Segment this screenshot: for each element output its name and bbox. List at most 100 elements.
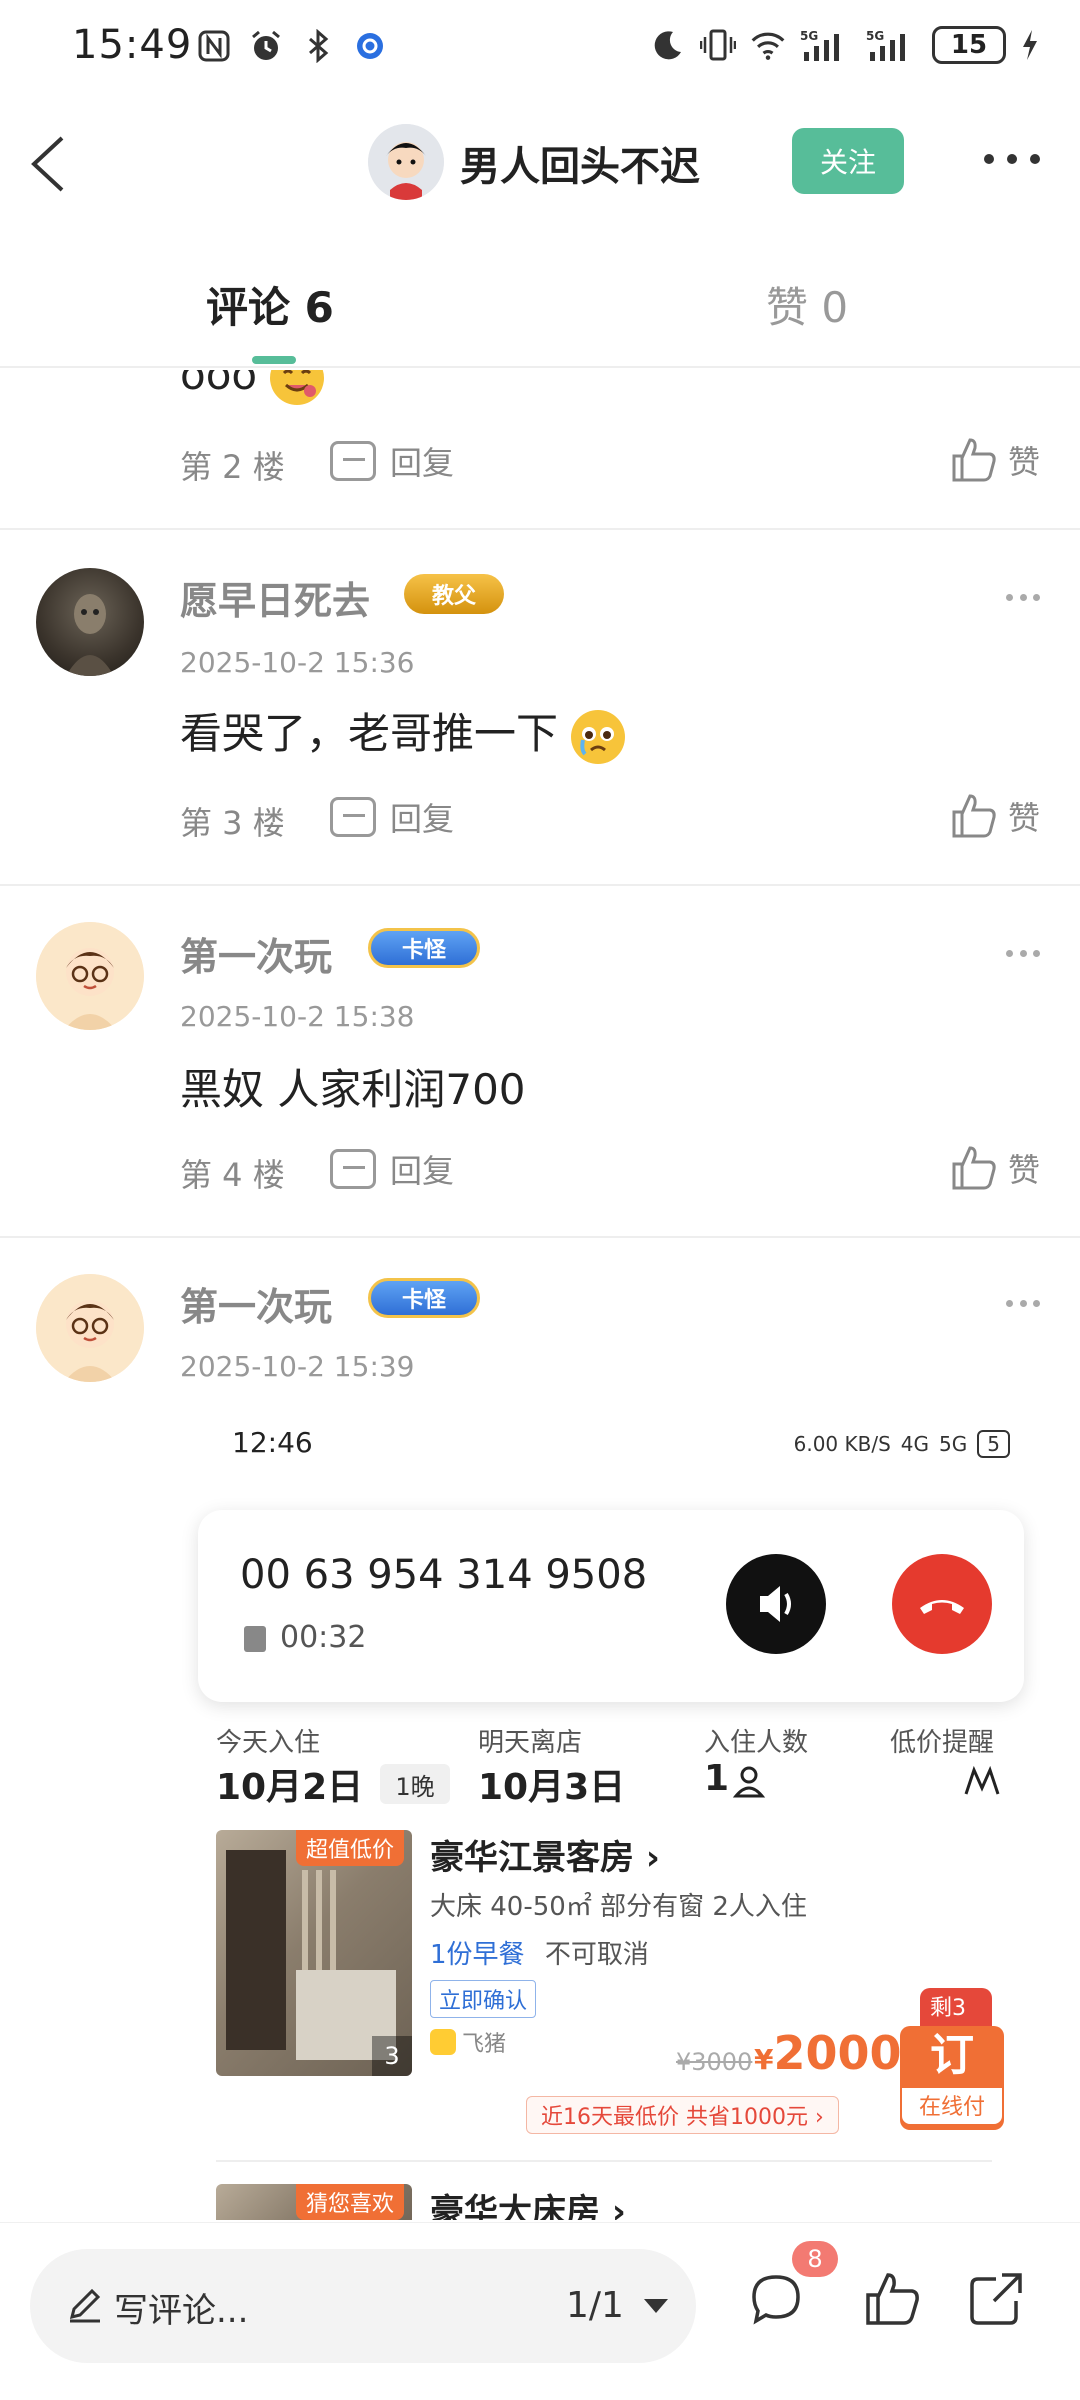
instant-confirm-tag: 立即确认	[430, 1980, 537, 2018]
price-alert-icon	[964, 1765, 1000, 1795]
comment-text: ooo	[180, 370, 325, 405]
reply-icon	[330, 1149, 376, 1189]
like-button[interactable]: 赞	[950, 1144, 1040, 1192]
status-bar: 15:49 5G 5G 15	[0, 0, 1080, 100]
tab-likes[interactable]: 赞 0	[766, 274, 848, 335]
bottom-bar: 写评论... 1/1 8	[0, 2222, 1080, 2400]
follow-button[interactable]: 关注	[792, 128, 904, 194]
hangup-icon	[892, 1554, 992, 1654]
comment-time: 2025-10-2 15:39	[180, 1350, 415, 1383]
app-notification-icon	[352, 28, 388, 64]
call-duration: 00:32	[280, 1620, 367, 1655]
room-card[interactable]: 超值低价 3 豪华江景客房 › 大床 40-50㎡ 部分有窗 2人入住 1份早餐…	[216, 1830, 1004, 2140]
vibrate-icon	[700, 27, 736, 63]
charging-icon	[1020, 27, 1040, 63]
comment-list[interactable]: ooo 第 2 楼 回复 赞 愿早日死去 教父 2025-10-2 15:36 …	[0, 370, 1080, 2220]
speaker-icon	[726, 1554, 826, 1654]
signal-icon-2: 5G	[866, 27, 918, 63]
svg-text:5G: 5G	[800, 29, 818, 43]
yum-emoji-icon	[270, 370, 325, 405]
embedded-status-time: 12:46	[232, 1426, 313, 1459]
status-left-icons	[196, 28, 388, 64]
room-spec: 大床 40-50㎡ 部分有窗 2人入住	[430, 1892, 807, 1922]
room-card[interactable]: 猜您喜欢 豪华大床房 ›	[216, 2184, 992, 2220]
back-button[interactable]	[26, 134, 72, 194]
room-meal: 1份早餐 不可取消	[430, 1940, 649, 1970]
commenter-avatar[interactable]	[36, 922, 144, 1030]
reply-icon	[330, 441, 376, 481]
svg-text:5G: 5G	[866, 29, 884, 43]
thumbs-up-icon[interactable]	[862, 2269, 922, 2329]
page-indicator[interactable]: 1/1	[566, 2285, 624, 2326]
commenter-name[interactable]: 第一次玩	[180, 1276, 332, 1331]
comment-count-badge: 8	[792, 2241, 838, 2277]
reply-icon	[330, 797, 376, 837]
divider	[0, 1236, 1080, 1238]
floor-label: 第 3 楼	[180, 804, 285, 842]
user-level-badge: 教父	[404, 574, 504, 614]
chevron-down-icon[interactable]	[644, 2299, 668, 2313]
room-title: 豪华大床房 ›	[430, 2192, 626, 2220]
nights-count: 1晚	[380, 1764, 450, 1804]
call-number: 00 63 954 314 9508	[240, 1552, 648, 1598]
comment-tabs: 评论 6 赞 0	[0, 250, 1080, 368]
like-button[interactable]: 赞	[950, 436, 1040, 484]
room-tag: 超值低价	[296, 1830, 405, 1866]
comment-input-placeholder: 写评论...	[114, 2291, 249, 2331]
original-price: ¥3000	[676, 2048, 753, 2076]
comment-more-icon[interactable]	[1006, 1300, 1040, 1310]
checkout-date: 10月3日	[478, 1767, 626, 1808]
thumbs-up-icon	[952, 1146, 996, 1190]
author-name[interactable]: 男人回头不迟	[460, 134, 700, 192]
lowprice-label: 低价提醒	[890, 1728, 995, 1758]
wifi-icon	[750, 27, 786, 63]
comment-input[interactable]: 写评论... 1/1	[30, 2249, 696, 2363]
room-tag: 猜您喜欢	[296, 2184, 405, 2220]
embedded-net-speed: 6.00 KB/S	[793, 1432, 891, 1456]
checkin-date: 10月2日	[216, 1767, 364, 1808]
comment-actions: 第 2 楼 回复 赞	[180, 432, 1060, 492]
pen-icon	[69, 2288, 101, 2323]
user-level-badge: 卡怪	[368, 1278, 480, 1318]
room-title: 豪华江景客房 ›	[430, 1838, 660, 1878]
like-button[interactable]: 赞	[950, 792, 1040, 840]
more-options-icon[interactable]	[984, 146, 1040, 172]
call-card: 00 63 954 314 9508 00:32	[198, 1510, 1024, 1702]
user-level-badge: 卡怪	[368, 928, 480, 968]
comment-icon[interactable]	[746, 2269, 806, 2329]
battery-indicator: 15	[932, 26, 1006, 64]
comment-text: 看哭了，老哥推一下	[180, 700, 626, 764]
person-icon	[732, 1766, 766, 1798]
share-icon[interactable]	[966, 2269, 1026, 2329]
reply-button[interactable]: 回复	[330, 438, 454, 484]
thumbs-up-icon	[952, 438, 996, 482]
comment-image[interactable]: 12:46 6.00 KB/S 4G 5G 5 00 63 954 314 95…	[180, 1420, 1040, 2220]
embedded-net2: 5G	[939, 1432, 968, 1456]
divider	[0, 884, 1080, 886]
reply-button[interactable]: 回复	[330, 1146, 454, 1192]
moon-icon	[650, 27, 686, 63]
checkout-label: 明天离店	[478, 1728, 583, 1758]
room-photo[interactable]: 超值低价 3	[216, 1830, 412, 2076]
divider	[216, 2160, 992, 2162]
source-tag: 飞猪	[430, 2026, 506, 2058]
room-photo[interactable]: 猜您喜欢	[216, 2184, 412, 2220]
commenter-name[interactable]: 第一次玩	[180, 926, 332, 981]
order-button: 订 在线付	[900, 2026, 1004, 2130]
guests-label: 入住人数	[704, 1728, 809, 1758]
tab-comments[interactable]: 评论 6	[206, 274, 334, 335]
author-avatar[interactable]	[368, 124, 444, 200]
signal-icon-1: 5G	[800, 27, 852, 63]
reply-button[interactable]: 回复	[330, 794, 454, 840]
floor-label: 第 2 楼	[180, 448, 285, 486]
alarm-icon	[248, 28, 284, 64]
comment-time: 2025-10-2 15:36	[180, 646, 415, 679]
comment-actions: 第 3 楼 回复 赞	[180, 788, 1060, 848]
checkin-label: 今天入住	[216, 1728, 321, 1758]
commenter-avatar[interactable]	[36, 1274, 144, 1382]
photo-count: 3	[372, 2036, 412, 2076]
commenter-avatar[interactable]	[36, 568, 144, 676]
commenter-name[interactable]: 愿早日死去	[180, 570, 370, 625]
comment-more-icon[interactable]	[1006, 950, 1040, 960]
comment-more-icon[interactable]	[1006, 594, 1040, 604]
